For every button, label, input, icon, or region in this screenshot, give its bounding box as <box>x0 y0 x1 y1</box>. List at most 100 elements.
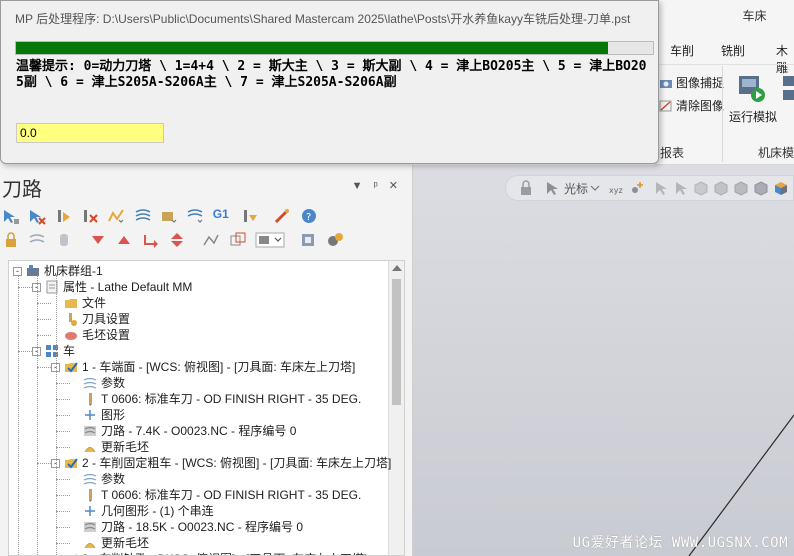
tree-node-label: 几何图形 - (1) 个串连 <box>101 504 214 518</box>
image-capture-label: 图像捕捉 <box>676 76 725 90</box>
tree-guide <box>18 275 19 555</box>
viewport-geometry <box>688 414 794 556</box>
clear-image-icon <box>659 100 673 112</box>
tree-node[interactable]: 毛坯设置 <box>51 327 130 343</box>
tab-turning[interactable]: 车削 <box>670 42 694 59</box>
tree-node[interactable]: 刀具设置 <box>51 311 130 327</box>
toolpath-manager-panel: 刀路 ▼ ᵖ ✕ G1 ? - 机床群组-1 - 属性 - Lathe Defa… <box>0 165 413 556</box>
insert-arrow-icon[interactable] <box>142 231 160 249</box>
tree-node-label: 刀具设置 <box>82 312 131 326</box>
graphics-viewport[interactable]: 光标 xyz UG爱好者论坛 WWW.UGSNX.COM <box>413 165 794 556</box>
parameters-icon <box>83 472 97 486</box>
select-all-ops-icon[interactable] <box>2 207 20 225</box>
scroll-thumb[interactable] <box>392 279 401 405</box>
tree-node[interactable]: 图形 <box>70 407 125 423</box>
cursor-label[interactable]: 光标 <box>564 180 588 197</box>
panel-menu-icon[interactable]: ▼ <box>352 180 363 192</box>
add-point-icon[interactable] <box>629 180 645 196</box>
tree-node-label: 参数 <box>101 472 126 486</box>
scroll-up-arrow[interactable] <box>392 265 402 271</box>
panel-title: 刀路 <box>2 179 42 201</box>
backplot-icon[interactable] <box>134 207 152 225</box>
lathe-tool-icon <box>83 488 97 502</box>
ribbon-group-separator <box>722 66 723 162</box>
toggle-toolpath-display-icon[interactable] <box>28 231 46 249</box>
move-up-icon[interactable] <box>115 231 133 249</box>
regenerate-dirty-icon[interactable] <box>81 207 99 225</box>
move-down-icon[interactable] <box>89 231 107 249</box>
xyz-axis-icon[interactable]: xyz <box>609 180 625 196</box>
tree-node[interactable]: 参数 <box>70 471 125 487</box>
tree-node[interactable]: -2 - 车削固定粗车 - [WCS: 俯视图] - [刀具面: 车床左上刀塔] <box>51 455 391 471</box>
tree-node[interactable]: 更新毛坯 <box>70 535 149 551</box>
simulate-icon[interactable] <box>186 207 204 225</box>
tree-node[interactable]: -车 <box>32 343 75 359</box>
quick-view-toolbar: 光标 xyz <box>505 175 794 201</box>
tree-connector <box>37 319 51 320</box>
tree-node[interactable]: T 0606: 标准车刀 - OD FINISH RIGHT - 35 DEG. <box>70 391 361 407</box>
tab-wood[interactable]: 木雕 <box>776 42 794 76</box>
image-capture-button[interactable]: 图像捕捉 <box>659 74 724 91</box>
tree-node[interactable]: 文件 <box>51 295 106 311</box>
tree-node[interactable]: -3 - 车削钻孔 - [WCS: 俯视图] - [刀具面: 车床左上刀塔] <box>51 551 367 555</box>
tree-connector <box>37 335 51 336</box>
tree-node[interactable]: - 机床群组-1 <box>13 263 103 279</box>
post-processor-dialog: MP 后处理程序: D:\Users\Public\Documents\Shar… <box>0 0 659 164</box>
tree-node-label: 3 - 车削钻孔 - [WCS: 俯视图] - [刀具面: 车床左上刀塔] <box>82 552 367 555</box>
regenerate-icon[interactable] <box>55 207 73 225</box>
tree-node[interactable]: 参数 <box>70 375 125 391</box>
tree-node-label: 参数 <box>101 376 126 390</box>
tree-node-label: 车 <box>63 344 76 358</box>
tree-node[interactable]: -1 - 车端面 - [WCS: 俯视图] - [刀具面: 车床左上刀塔] <box>51 359 355 375</box>
value-input[interactable]: 0.0 <box>16 123 164 143</box>
dialog-title: MP 后处理程序: D:\Users\Public\Documents\Shar… <box>15 12 631 26</box>
translucent-cube-icon[interactable] <box>753 180 769 196</box>
verify-icon[interactable] <box>160 207 178 225</box>
tree-connector <box>37 303 51 304</box>
clear-image-button[interactable]: 清除图像 <box>659 97 724 114</box>
tree-node[interactable]: 刀路 - 7.4K - O0023.NC - 程序编号 0 <box>70 423 296 439</box>
tree-node[interactable]: 更新毛坯 <box>70 439 149 455</box>
toggle-display-icon[interactable] <box>107 207 125 225</box>
toggle-posting-icon[interactable] <box>55 231 73 249</box>
post-selected-icon[interactable] <box>241 207 259 225</box>
deselect-ops-icon[interactable] <box>28 207 47 225</box>
tree-node-label: 毛坯设置 <box>82 328 131 342</box>
expand-collapse-icon[interactable] <box>168 231 186 249</box>
high-speed-icon[interactable] <box>273 207 291 225</box>
tree-node[interactable]: 刀路 - 18.5K - O0023.NC - 程序编号 0 <box>70 519 303 535</box>
lock-op-icon[interactable] <box>2 231 20 249</box>
panel-close-icon[interactable]: ✕ <box>389 180 398 192</box>
tree-node-label: 属性 - Lathe Default MM <box>63 280 193 294</box>
g1-post-button[interactable]: G1 <box>213 207 233 225</box>
tree-node[interactable]: T 0606: 标准车刀 - OD FINISH RIGHT - 35 DEG. <box>70 487 361 503</box>
tree-node-label: 刀路 - 7.4K - O0023.NC - 程序编号 0 <box>101 424 297 438</box>
help-icon[interactable]: ? <box>300 207 318 225</box>
tree-node[interactable]: 几何图形 - (1) 个串连 <box>70 503 214 519</box>
progress-fill <box>16 42 609 54</box>
run-simulation-button[interactable]: 运行模拟 <box>729 108 777 125</box>
tab-milling[interactable]: 铣削 <box>721 42 745 59</box>
toolpath-tree[interactable]: - 机床群组-1- 属性 - Lathe Default MM 文件 刀具设置 毛坯设置 -… <box>8 260 405 556</box>
panel-pin-icon[interactable]: ᵖ <box>374 180 378 192</box>
display-options-icon[interactable] <box>229 231 247 249</box>
ribbon-tabs: 车削 铣削 木雕 <box>655 38 794 75</box>
solid-cube-icon[interactable] <box>733 180 749 196</box>
stock-model-icon[interactable] <box>299 231 317 249</box>
cursor-icon[interactable] <box>544 180 560 196</box>
tree-node-label: 刀路 - 18.5K - O0023.NC - 程序编号 0 <box>101 520 304 534</box>
select-arrow-icon[interactable] <box>653 180 669 196</box>
chevron-down-icon[interactable] <box>590 180 600 196</box>
view-dropdown[interactable] <box>255 231 285 249</box>
lock-icon[interactable] <box>518 180 534 196</box>
color-cube-icon[interactable] <box>773 180 789 196</box>
ribbon-context-tab-lathe[interactable]: 车床 <box>715 4 794 28</box>
select-chain-icon[interactable] <box>202 231 220 249</box>
shaded-cube-icon[interactable] <box>713 180 729 196</box>
tool-manager-icon[interactable] <box>326 231 344 249</box>
tree-node-label: 图形 <box>101 408 126 422</box>
tree-scrollbar[interactable] <box>388 261 404 555</box>
wireframe-cube-icon[interactable] <box>693 180 709 196</box>
tree-guide <box>37 275 38 555</box>
select-all-icon[interactable] <box>673 180 689 196</box>
